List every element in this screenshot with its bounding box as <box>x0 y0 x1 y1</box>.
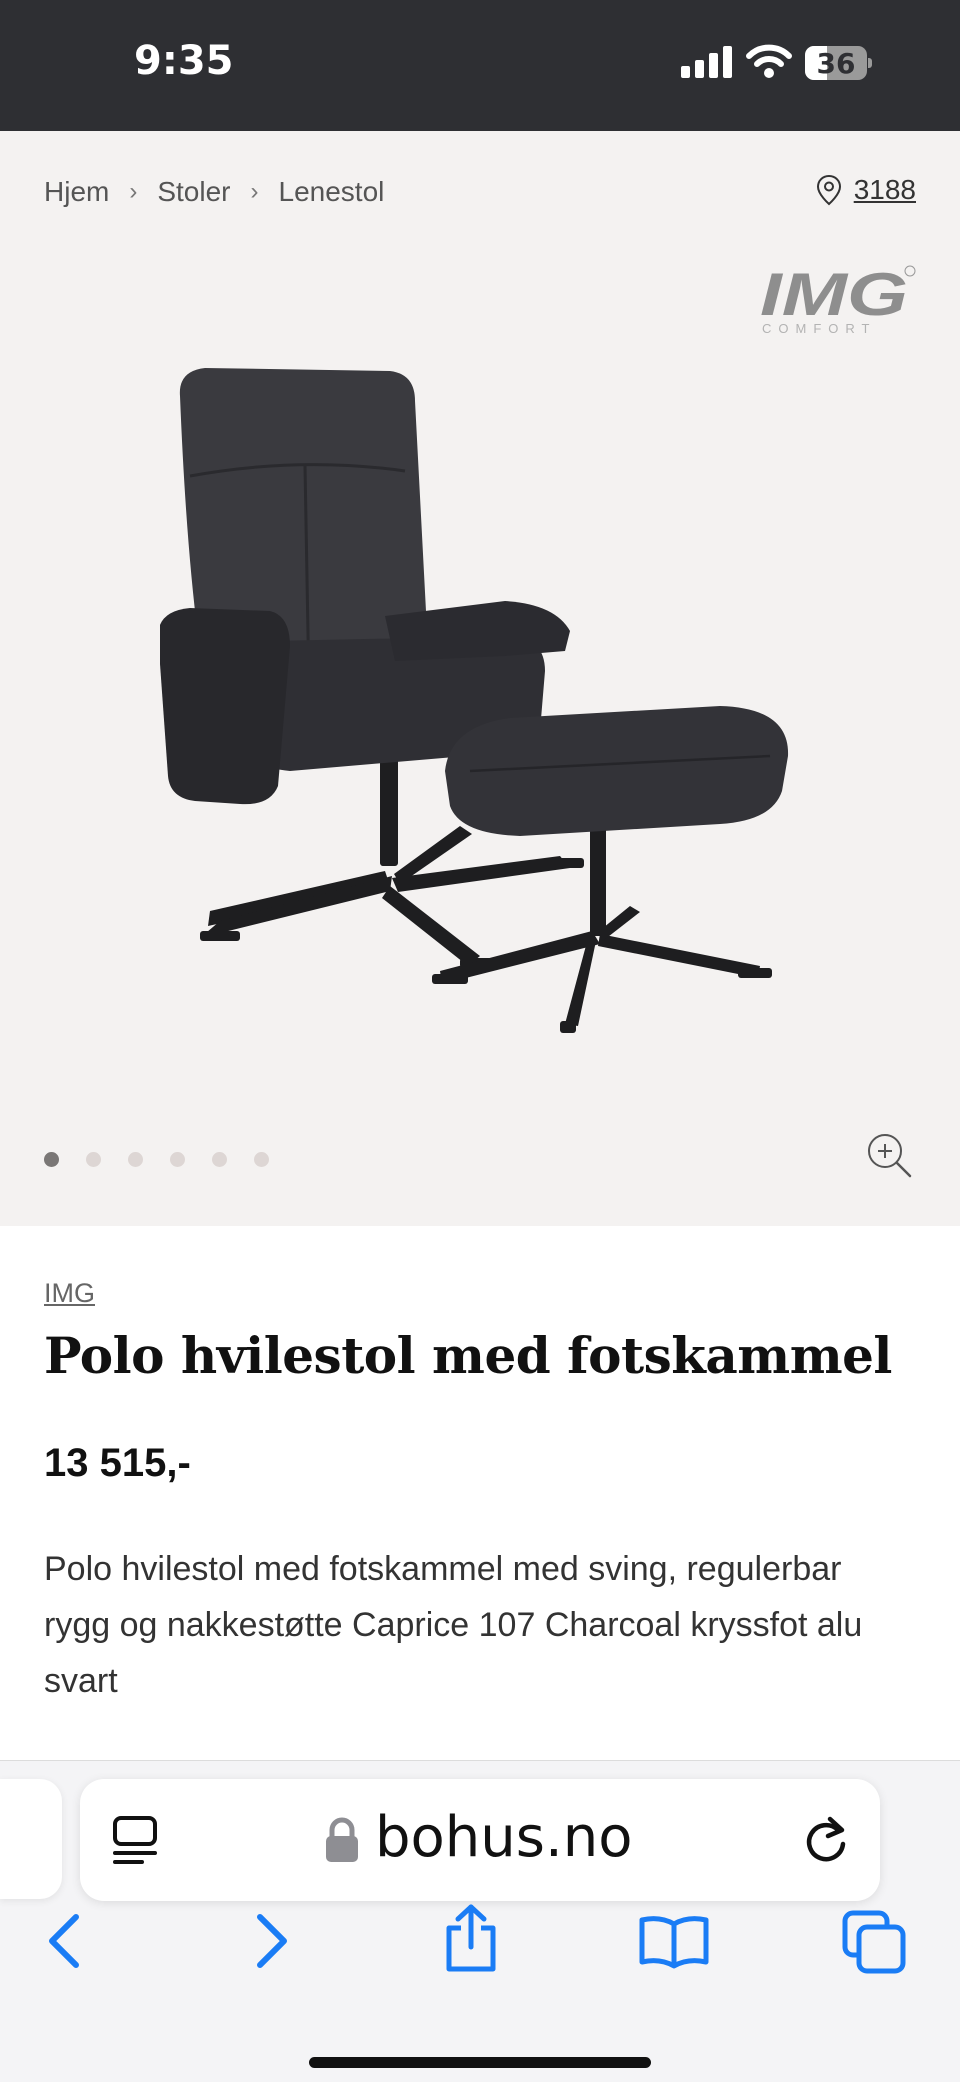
address-bar[interactable]: bohus.no <box>80 1779 880 1901</box>
product-price: 13 515,- <box>44 1441 191 1485</box>
lock-icon <box>326 1817 358 1862</box>
back-icon[interactable] <box>42 1911 88 1971</box>
bookmarks-icon[interactable] <box>638 1914 710 1970</box>
status-bar: 9:35 36 <box>0 0 960 131</box>
gallery-pagination[interactable] <box>44 1152 296 1167</box>
home-indicator <box>309 2057 651 2068</box>
previous-tab-preview[interactable] <box>0 1779 62 1899</box>
gallery-dot[interactable] <box>86 1152 101 1167</box>
location-number: 3188 <box>853 174 916 205</box>
product-image[interactable] <box>160 346 800 1046</box>
battery-icon: 36 <box>805 46 872 80</box>
product-hero: Hjem › Stoler › Lenestol 3188 IMG COMFOR… <box>0 131 960 1226</box>
cellular-signal-icon <box>681 46 732 78</box>
breadcrumb-lenestol[interactable]: Lenestol <box>279 176 385 208</box>
product-title: Polo hvilestol med fotskammel <box>44 1326 892 1385</box>
browser-toolbar: bohus.no <box>0 1760 960 2082</box>
gallery-dot[interactable] <box>170 1152 185 1167</box>
page-menu-icon[interactable] <box>112 1815 158 1865</box>
brand-logo: IMG COMFORT <box>760 263 916 336</box>
chevron-right-icon: › <box>250 178 259 205</box>
gallery-dot[interactable] <box>44 1152 59 1167</box>
product-description: Polo hvilestol med fotskammel med sving,… <box>44 1550 863 1700</box>
store-location-link[interactable]: 3188 <box>816 174 916 206</box>
chevron-right-icon: › <box>129 178 138 205</box>
product-brand-link[interactable]: IMG <box>44 1278 95 1309</box>
breadcrumb-stoler[interactable]: Stoler <box>157 176 230 208</box>
wifi-icon <box>746 44 792 78</box>
forward-icon[interactable] <box>248 1911 294 1971</box>
svg-text:IMG: IMG <box>760 263 908 328</box>
reload-icon[interactable] <box>802 1815 850 1865</box>
status-time: 9:35 <box>134 38 234 84</box>
gallery-dot[interactable] <box>128 1152 143 1167</box>
svg-text:COMFORT: COMFORT <box>762 321 876 336</box>
share-icon[interactable] <box>441 1903 501 1973</box>
map-pin-icon <box>816 174 841 206</box>
tabs-icon[interactable] <box>841 1909 907 1975</box>
breadcrumb: Hjem › Stoler › Lenestol <box>44 176 384 208</box>
zoom-in-icon[interactable] <box>866 1132 912 1178</box>
gallery-dot[interactable] <box>212 1152 227 1167</box>
battery-percent: 36 <box>816 47 856 80</box>
url-text: bohus.no <box>375 1805 633 1870</box>
breadcrumb-home[interactable]: Hjem <box>44 176 109 208</box>
gallery-dot[interactable] <box>254 1152 269 1167</box>
